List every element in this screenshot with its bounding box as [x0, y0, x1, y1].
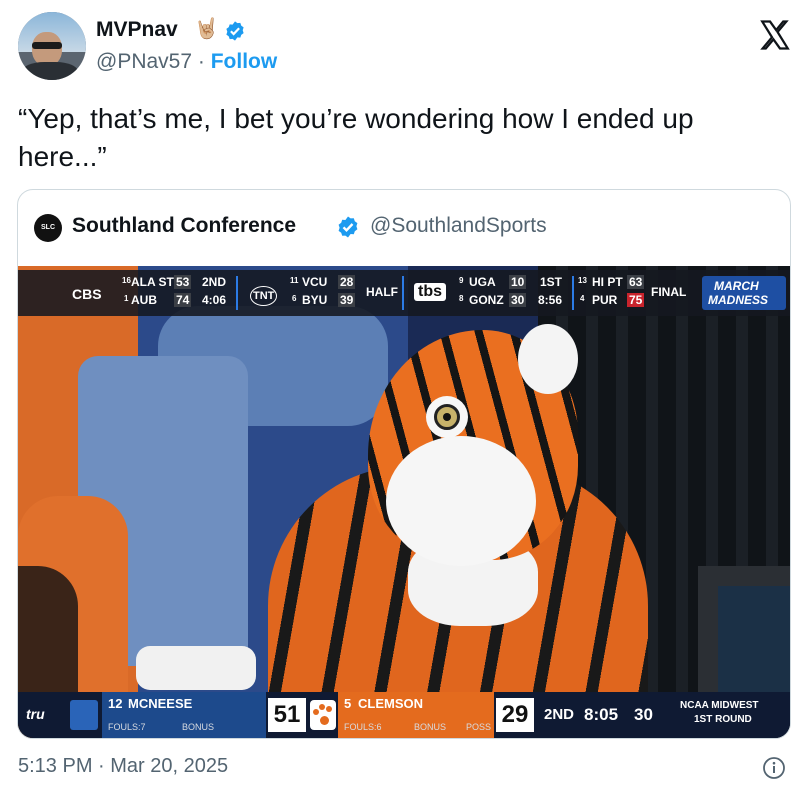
network-tbs-logo: tbs: [414, 283, 446, 301]
ticker-separator: [572, 276, 574, 310]
network-cbs-logo: CBS: [72, 286, 102, 302]
team1-name: MCNEESE: [128, 696, 193, 711]
separator: ·: [197, 50, 205, 73]
x-logo-icon[interactable]: [758, 18, 792, 52]
team-name: VCU: [302, 275, 328, 289]
team-name: BYU: [302, 293, 328, 307]
mcneese-logo: [70, 700, 98, 730]
seed: 16: [122, 276, 131, 285]
quote-avatar[interactable]: SLC: [34, 214, 62, 242]
info-icon[interactable]: [762, 756, 786, 780]
team2-fouls: FOULS:6: [344, 722, 382, 732]
team2-seed: 5: [344, 696, 352, 711]
tiger-mascot-ear: [518, 324, 578, 394]
team2-bonus: BONUS: [414, 722, 447, 732]
team2-panel: 5 CLEMSON FOULS:6 BONUS POSS: [338, 692, 494, 738]
team1-bonus: BONUS: [182, 722, 215, 732]
handle[interactable]: @PNav57: [96, 50, 192, 73]
seed: 1: [124, 294, 129, 303]
brand-line-1: MARCH: [714, 279, 759, 293]
scores-ticker: CBS 16 ALA ST 53 1 AUB 74 2ND 4:06 TNT 1…: [18, 270, 790, 316]
verified-badge-icon: [226, 21, 244, 41]
team2-score: 29: [496, 698, 534, 732]
team-score: 75: [627, 293, 645, 307]
team1-fouls: FOULS:7: [108, 722, 146, 732]
ticker-separator: [402, 276, 404, 310]
team2-name: CLEMSON: [358, 696, 423, 711]
quote-handle[interactable]: @SouthlandSports: [370, 214, 547, 238]
team-name: GONZ: [469, 293, 504, 307]
tiger-mascot-pupil: [443, 413, 451, 421]
ticker-separator: [236, 276, 238, 310]
team-score: 30: [509, 293, 527, 307]
game-status: FINAL: [651, 285, 687, 299]
march-madness-logo: MARCH MADNESS: [702, 276, 786, 310]
team-name: ALA ST: [131, 275, 174, 289]
team-score: 28: [338, 275, 356, 289]
clemson-paw-logo: [310, 700, 336, 730]
display-name[interactable]: MVPnav: [96, 18, 178, 42]
name-emoji: 🤘🏼: [194, 18, 219, 40]
seed: 9: [459, 276, 464, 285]
verified-badge-icon: [338, 216, 358, 238]
game-clock: 8:05: [584, 705, 619, 724]
game-clock: 4:06: [202, 293, 227, 307]
game-status: HALF: [366, 285, 398, 299]
team-name: HI PT: [592, 275, 623, 289]
team-score: 39: [338, 293, 356, 307]
region-line-1: NCAA MIDWEST: [680, 700, 759, 711]
seed: 6: [292, 294, 297, 303]
team1-score: 51: [268, 698, 306, 732]
tiger-mascot-muzzle: [386, 436, 536, 566]
seed: 13: [578, 276, 587, 285]
game-period: 1ST: [540, 275, 563, 289]
video-frame[interactable]: CBS 16 ALA ST 53 1 AUB 74 2ND 4:06 TNT 1…: [18, 266, 790, 738]
seed: 11: [290, 276, 299, 285]
team1-seed: 12: [108, 696, 123, 711]
team-name: UGA: [469, 275, 496, 289]
quoted-tweet-card[interactable]: SLC Southland Conference @SouthlandSport…: [17, 189, 791, 739]
game-period: 2ND: [544, 706, 575, 723]
team-name: AUB: [131, 293, 157, 307]
seed: 4: [580, 294, 585, 303]
laptop-screen: [718, 586, 790, 696]
tweet-text: “Yep, that’s me, I bet you’re wondering …: [18, 103, 694, 172]
team-score: 10: [509, 275, 527, 289]
team1-panel: 12 MCNEESE FOULS:7 BONUS: [102, 692, 266, 738]
team2-possession: POSS: [466, 722, 492, 732]
tweet-timestamp[interactable]: 5:13 PM · Mar 20, 2025: [18, 755, 228, 778]
brand-line-2: MADNESS: [708, 293, 769, 307]
team-score: 74: [174, 293, 192, 307]
tweet-header: MVPnav 🤘🏼 @PNav57 · Follow: [18, 12, 794, 84]
team-score: 63: [627, 275, 645, 289]
avatar[interactable]: [18, 12, 86, 80]
follow-button[interactable]: Follow: [211, 50, 278, 73]
network-tnt-logo: TNT: [250, 286, 278, 306]
handle-row: @PNav57 · Follow: [96, 50, 277, 74]
sponsor-logo: tru: [26, 706, 45, 722]
game-period: 2ND: [202, 275, 227, 289]
game-clock: 8:56: [538, 293, 563, 307]
team-name: PUR: [592, 293, 618, 307]
region-line-2: 1ST ROUND: [694, 714, 752, 725]
scorebug: tru 12 MCNEESE FOULS:7 BONUS 51 5 CLEMSO…: [18, 692, 790, 738]
spectator-shoe: [136, 646, 256, 690]
shot-clock: 30: [634, 705, 653, 724]
team-score: 53: [174, 275, 192, 289]
quote-display-name[interactable]: Southland Conference: [72, 214, 296, 238]
seed: 8: [459, 294, 464, 303]
